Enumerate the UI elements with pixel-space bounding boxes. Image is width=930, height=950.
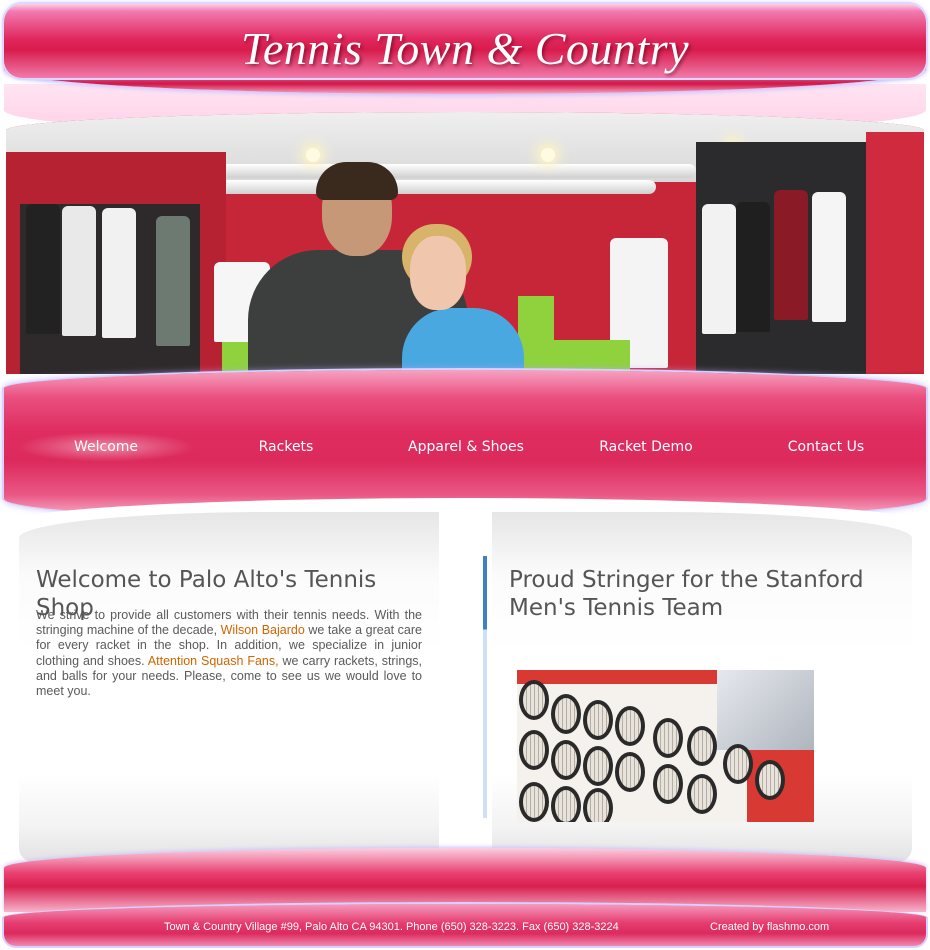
footer: Town & Country Village #99, Palo Alto CA… (4, 904, 926, 946)
stringer-heading: Proud Stringer for the Stanford Men's Te… (509, 567, 864, 621)
welcome-panel: Welcome to Palo Alto's Tennis Shop We st… (19, 512, 439, 862)
hero-photo (6, 112, 924, 374)
racket-wall-photo (517, 670, 814, 822)
wilson-bajardo-link[interactable]: Wilson Bajardo (221, 623, 305, 637)
nav-menu: Welcome Rackets Apparel & Shoes Racket D… (4, 432, 926, 462)
stringer-panel: Proud Stringer for the Stanford Men's Te… (492, 512, 912, 862)
site-title: Tennis Town & Country (240, 23, 690, 74)
footer-credit-link[interactable]: Created by flashmo.com (710, 921, 829, 933)
column-divider (483, 556, 487, 818)
nav-item-rackets[interactable]: Rackets (196, 432, 376, 462)
nav-item-racket-demo[interactable]: Racket Demo (556, 432, 736, 462)
squash-fans-link[interactable]: Attention Squash Fans, (148, 654, 279, 668)
nav-item-contact-us[interactable]: Contact Us (736, 432, 916, 462)
nav-item-apparel-shoes[interactable]: Apparel & Shoes (376, 432, 556, 462)
footer-address: Town & Country Village #99, Palo Alto CA… (164, 921, 619, 933)
footer-ribbon (4, 848, 926, 912)
nav-item-welcome[interactable]: Welcome (16, 432, 196, 462)
welcome-text: We strive to provide all customers with … (36, 608, 422, 699)
